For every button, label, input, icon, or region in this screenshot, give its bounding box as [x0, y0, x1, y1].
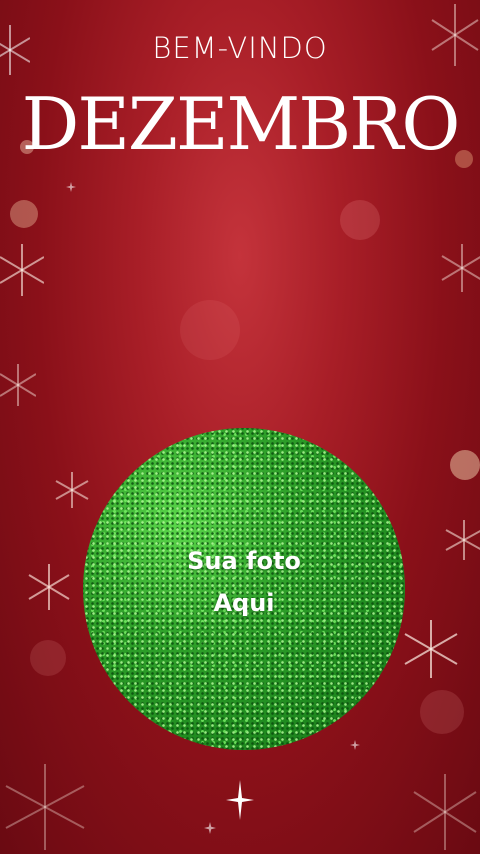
bokeh-light: [30, 640, 66, 676]
snowflake-icon: [445, 520, 480, 560]
bokeh-light: [420, 690, 464, 734]
bokeh-light: [340, 200, 380, 240]
snowflake-icon: [404, 620, 458, 678]
story-canvas: BEM-VINDO DEZEMBRO Sua foto Aqui: [0, 0, 480, 854]
bokeh-light: [10, 200, 38, 228]
welcome-heading: BEM-VINDO: [152, 31, 328, 65]
snowflake-icon: [5, 764, 85, 850]
snowflake-icon: [0, 364, 36, 406]
photo-placeholder[interactable]: Sua foto Aqui: [83, 428, 405, 750]
bokeh-light: [180, 300, 240, 360]
sparkle-star-icon: [66, 182, 76, 192]
bokeh-light: [450, 450, 480, 480]
snowflake-icon: [28, 564, 70, 610]
sparkle-star-icon: [204, 822, 216, 834]
snowflake-icon: [441, 244, 480, 292]
photo-label-line2: Aqui: [213, 589, 275, 617]
photo-placeholder-label: Sua foto Aqui: [83, 540, 405, 624]
photo-label-line1: Sua foto: [187, 547, 301, 575]
snowflake-icon: [0, 244, 44, 296]
sparkle-star-icon: [226, 780, 254, 820]
snowflake-icon: [413, 774, 477, 850]
month-title: DEZEMBRO: [21, 82, 461, 166]
